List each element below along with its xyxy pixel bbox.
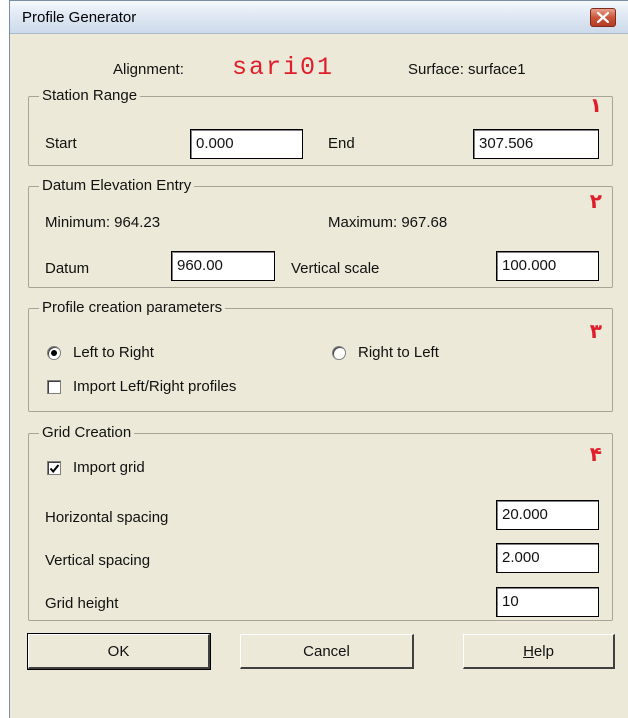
cancel-button-label: Cancel	[303, 642, 350, 660]
section-marker-3: ٣	[589, 319, 602, 343]
grid-height-input[interactable]: 10	[496, 587, 599, 617]
ok-button-label: OK	[107, 642, 130, 660]
horizontal-spacing-input[interactable]: 20.000	[496, 500, 599, 530]
datum-elevation-group: Datum Elevation Entry ٢ Minimum: 964.23 …	[28, 177, 613, 288]
left-to-right-label[interactable]: Left to Right	[73, 344, 154, 361]
end-label: End	[328, 135, 355, 152]
close-button[interactable]	[590, 8, 616, 27]
left-to-right-radio[interactable]	[47, 346, 61, 360]
datum-elevation-title: Datum Elevation Entry	[39, 177, 195, 195]
datum-label: Datum	[45, 260, 90, 277]
start-input[interactable]: 0.000	[190, 129, 303, 159]
maximum-elevation: Maximum: 967.68	[328, 214, 448, 231]
grid-height-label: Grid height	[45, 595, 119, 612]
alignment-label: Alignment:	[113, 61, 184, 78]
import-lr-profiles-checkbox[interactable]	[47, 380, 61, 394]
ok-button[interactable]: OK	[27, 633, 211, 670]
profile-params-title: Profile creation parameters	[39, 299, 226, 317]
surface-label: Surface: surface1	[408, 61, 526, 78]
station-range-title: Station Range	[39, 87, 141, 105]
vertical-scale-input[interactable]: 100.000	[496, 251, 599, 281]
vertical-scale-label: Vertical scale	[291, 260, 380, 277]
close-icon	[597, 12, 609, 23]
import-grid-label[interactable]: Import grid	[73, 459, 145, 476]
import-grid-checkbox[interactable]	[47, 461, 61, 475]
title-bar[interactable]: Profile Generator	[10, 1, 628, 34]
import-lr-profiles-label[interactable]: Import Left/Right profiles	[73, 378, 236, 395]
end-input[interactable]: 307.506	[473, 129, 599, 159]
minimum-elevation: Minimum: 964.23	[45, 214, 161, 231]
help-button-label: Help	[523, 642, 554, 660]
section-marker-4: ۴	[589, 442, 602, 466]
grid-creation-group: Grid Creation ۴ Import grid Horizontal s…	[28, 424, 613, 621]
profile-params-group: Profile creation parameters ٣ Left to Ri…	[28, 299, 613, 412]
vertical-spacing-input[interactable]: 2.000	[496, 543, 599, 573]
start-label: Start	[45, 135, 77, 152]
right-to-left-radio[interactable]	[332, 346, 346, 360]
checkmark-icon	[49, 464, 60, 474]
horizontal-spacing-label: Horizontal spacing	[45, 509, 169, 526]
station-range-group: Station Range ١ Start 0.000 End 307.506	[28, 87, 613, 166]
profile-generator-dialog: Profile Generator Alignment: sari01 Surf…	[9, 0, 628, 718]
grid-creation-title: Grid Creation	[39, 424, 135, 442]
section-marker-2: ٢	[589, 189, 602, 213]
alignment-value: sari01	[232, 53, 335, 82]
cancel-button[interactable]: Cancel	[240, 634, 414, 669]
help-button[interactable]: Help	[463, 634, 615, 669]
section-marker-1: ١	[589, 93, 602, 117]
right-to-left-label[interactable]: Right to Left	[358, 344, 439, 361]
datum-input[interactable]: 960.00	[171, 251, 275, 281]
vertical-spacing-label: Vertical spacing	[45, 552, 151, 569]
window-title: Profile Generator	[22, 9, 137, 26]
